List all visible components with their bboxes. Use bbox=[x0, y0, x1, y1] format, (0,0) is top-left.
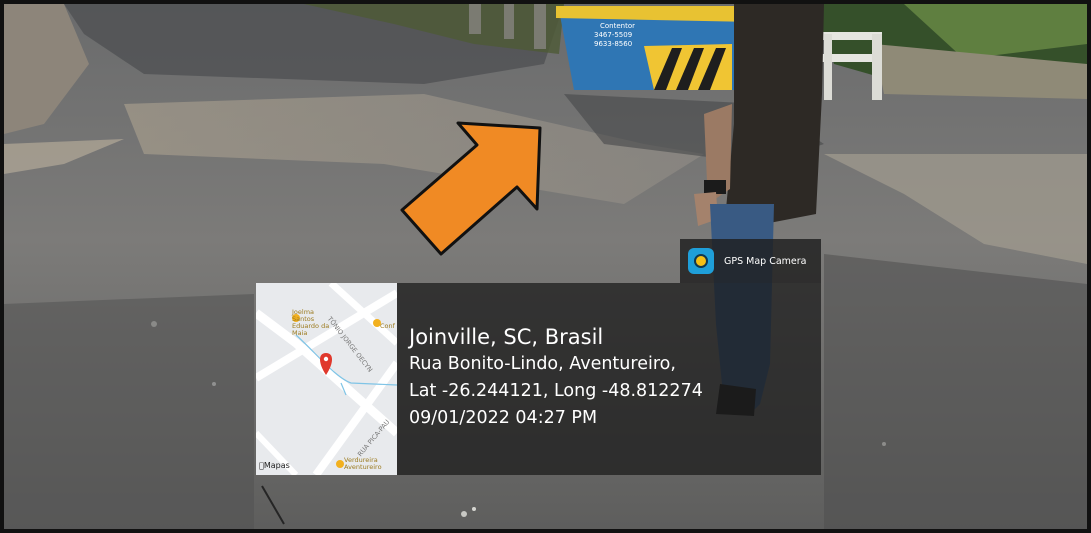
location-info-box: Joinville, SC, Brasil Rua Bonito-Lindo, … bbox=[397, 283, 821, 475]
app-badge: GPS Map Camera bbox=[680, 239, 821, 283]
photo-frame: Contentor 3467-5509 9633-8560 GPS Map Ca… bbox=[0, 0, 1091, 533]
location-datetime: 09/01/2022 04:27 PM bbox=[409, 408, 598, 428]
container-sign-line2: 3467-5509 bbox=[594, 31, 632, 39]
map-attribution-text: Mapas bbox=[259, 461, 290, 470]
map-place-bottom: Verdureira Aventureiro bbox=[344, 456, 382, 471]
map-thumbnail: Joelma Santos Eduardo da Maia Conf Verdu… bbox=[256, 283, 397, 475]
app-name: GPS Map Camera bbox=[724, 255, 807, 267]
container-sign-line3: 9633-8560 bbox=[594, 40, 632, 48]
location-title: Joinville, SC, Brasil bbox=[409, 325, 604, 349]
gps-camera-app-icon bbox=[688, 248, 714, 274]
container-sign-line1: Contentor bbox=[600, 22, 635, 30]
location-address: Rua Bonito-Lindo, Aventureiro, bbox=[409, 354, 676, 374]
map-attribution: Mapas bbox=[259, 461, 290, 470]
location-coordinates: Lat -26.244121, Long -48.812274 bbox=[409, 381, 703, 401]
map-place-top-right: Conf bbox=[380, 322, 395, 330]
